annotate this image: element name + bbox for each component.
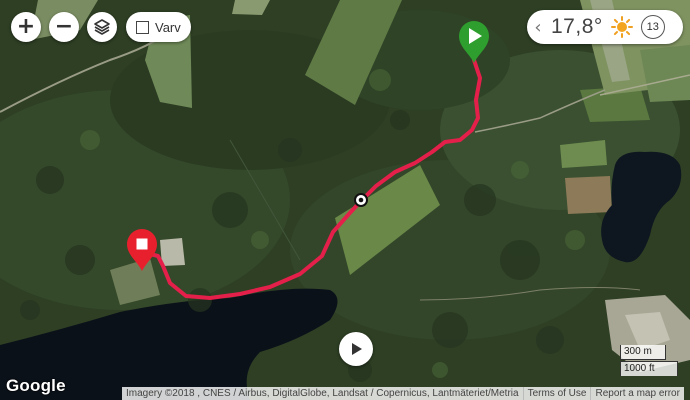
layers-icon — [94, 19, 110, 35]
scale-metric: 300 m — [620, 345, 666, 360]
minus-icon: − — [54, 14, 74, 39]
stop-marker-icon[interactable] — [125, 227, 159, 273]
laps-label: Varv — [155, 19, 181, 35]
terms-link[interactable]: Terms of Use — [522, 387, 591, 400]
google-logo: Google — [6, 376, 66, 395]
chevron-left-icon[interactable]: ‹ — [527, 17, 549, 38]
temperature-value: 17,8° — [551, 15, 603, 38]
map-footer: Imagery ©2018 , CNES / Airbus, DigitalGl… — [122, 387, 684, 400]
wind-speed-badge: 13 — [640, 15, 665, 39]
laps-toggle[interactable]: Varv — [126, 12, 191, 42]
attribution-text: Imagery ©2018 , CNES / Airbus, DigitalGl… — [126, 388, 519, 399]
map-scale: 300 m 1000 ft — [620, 345, 684, 377]
laps-checkbox[interactable] — [136, 20, 149, 34]
play-marker-icon[interactable] — [457, 19, 491, 65]
sun-icon — [610, 16, 633, 38]
route-track — [148, 58, 482, 300]
weather-widget[interactable]: ‹ 17,8° 13 — [527, 10, 683, 44]
report-error-link[interactable]: Report a map error — [590, 387, 683, 400]
scale-imperial: 1000 ft — [620, 361, 678, 376]
zoom-in-button[interactable]: + — [11, 12, 41, 42]
play-route-button[interactable] — [339, 332, 373, 366]
layers-button[interactable] — [87, 12, 117, 42]
zoom-out-button[interactable]: − — [49, 12, 79, 42]
plus-icon: + — [16, 14, 36, 39]
play-icon — [352, 343, 362, 355]
